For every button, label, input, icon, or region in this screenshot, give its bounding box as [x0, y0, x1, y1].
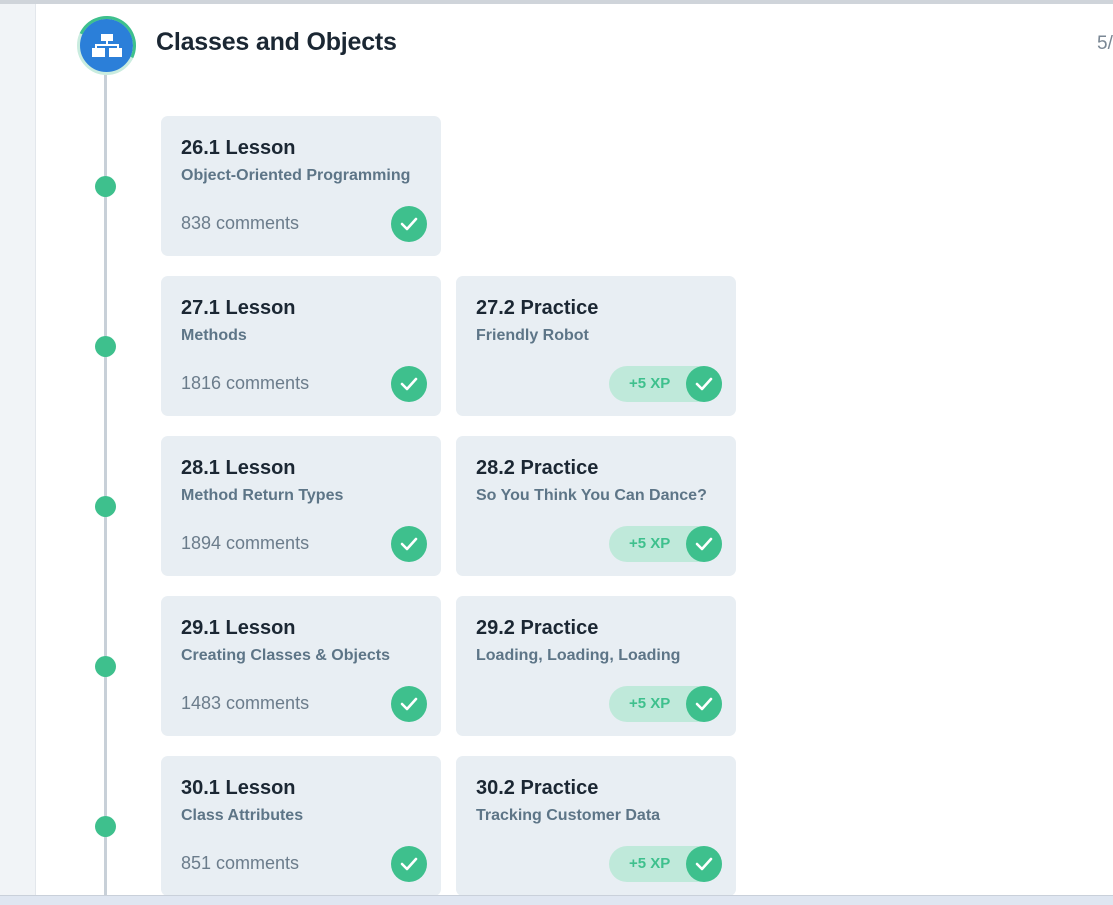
xp-label: +5 XP: [629, 695, 671, 712]
practice-title: 28.2 Practice: [476, 457, 599, 479]
lesson-card-28-1[interactable]: 28.1 Lesson Method Return Types 1894 com…: [161, 436, 441, 576]
checkmark-icon: [686, 686, 722, 722]
timeline-line: [104, 75, 107, 895]
comments-count[interactable]: 1894 comments: [181, 533, 309, 554]
checkmark-icon: [391, 686, 427, 722]
comments-count[interactable]: 1816 comments: [181, 373, 309, 394]
practice-title: 27.2 Practice: [476, 297, 599, 319]
practice-card-28-2[interactable]: 28.2 Practice So You Think You Can Dance…: [456, 436, 736, 576]
lesson-title: 26.1 Lesson: [181, 137, 296, 159]
lesson-subtitle: Object-Oriented Programming: [181, 167, 411, 184]
comments-count[interactable]: 838 comments: [181, 213, 299, 234]
lesson-title: 29.1 Lesson: [181, 617, 296, 639]
checkmark-icon: [686, 526, 722, 562]
lesson-title: 30.1 Lesson: [181, 777, 296, 799]
xp-badge: +5 XP: [609, 526, 722, 562]
timeline-dot: [95, 656, 116, 677]
practice-subtitle: Loading, Loading, Loading: [476, 647, 681, 664]
xp-badge: +5 XP: [609, 846, 722, 882]
xp-badge: +5 XP: [609, 366, 722, 402]
timeline-dot: [95, 816, 116, 837]
window-top-border: [0, 0, 1113, 4]
lesson-subtitle: Class Attributes: [181, 807, 304, 824]
practice-subtitle: So You Think You Can Dance?: [476, 487, 707, 504]
practice-card-29-2[interactable]: 29.2 Practice Loading, Loading, Loading …: [456, 596, 736, 736]
progress-ring: [68, 7, 145, 84]
lesson-card-30-1[interactable]: 30.1 Lesson Class Attributes 851 comment…: [161, 756, 441, 896]
checkmark-icon: [686, 366, 722, 402]
checkmark-icon: [391, 206, 427, 242]
class-diagram-icon: [68, 7, 145, 84]
timeline-dot: [95, 336, 116, 357]
checkmark-icon: [391, 846, 427, 882]
xp-badge: +5 XP: [609, 686, 722, 722]
lesson-title: 28.1 Lesson: [181, 457, 296, 479]
timeline-dot: [95, 176, 116, 197]
lesson-subtitle: Method Return Types: [181, 487, 344, 504]
lesson-card-26-1[interactable]: 26.1 Lesson Object-Oriented Programming …: [161, 116, 441, 256]
practice-title: 30.2 Practice: [476, 777, 599, 799]
lesson-subtitle: Methods: [181, 327, 247, 344]
comments-count[interactable]: 851 comments: [181, 853, 299, 874]
lesson-card-27-1[interactable]: 27.1 Lesson Methods 1816 comments: [161, 276, 441, 416]
comments-count[interactable]: 1483 comments: [181, 693, 309, 714]
lesson-subtitle: Creating Classes & Objects: [181, 647, 390, 664]
checkmark-icon: [391, 526, 427, 562]
practice-card-30-2[interactable]: 30.2 Practice Tracking Customer Data +5 …: [456, 756, 736, 896]
module-title: Classes and Objects: [156, 28, 397, 56]
checkmark-icon: [391, 366, 427, 402]
left-gutter: [0, 4, 36, 895]
lesson-card-29-1[interactable]: 29.1 Lesson Creating Classes & Objects 1…: [161, 596, 441, 736]
practice-subtitle: Tracking Customer Data: [476, 807, 661, 824]
xp-label: +5 XP: [629, 375, 671, 392]
practice-card-27-2[interactable]: 27.2 Practice Friendly Robot +5 XP: [456, 276, 736, 416]
practice-subtitle: Friendly Robot: [476, 327, 589, 344]
module-progress: 5/: [1097, 33, 1113, 54]
xp-label: +5 XP: [629, 535, 671, 552]
window-bottom-bar: [0, 895, 1113, 905]
practice-title: 29.2 Practice: [476, 617, 599, 639]
timeline-dot: [95, 496, 116, 517]
checkmark-icon: [686, 846, 722, 882]
xp-label: +5 XP: [629, 855, 671, 872]
lesson-title: 27.1 Lesson: [181, 297, 296, 319]
